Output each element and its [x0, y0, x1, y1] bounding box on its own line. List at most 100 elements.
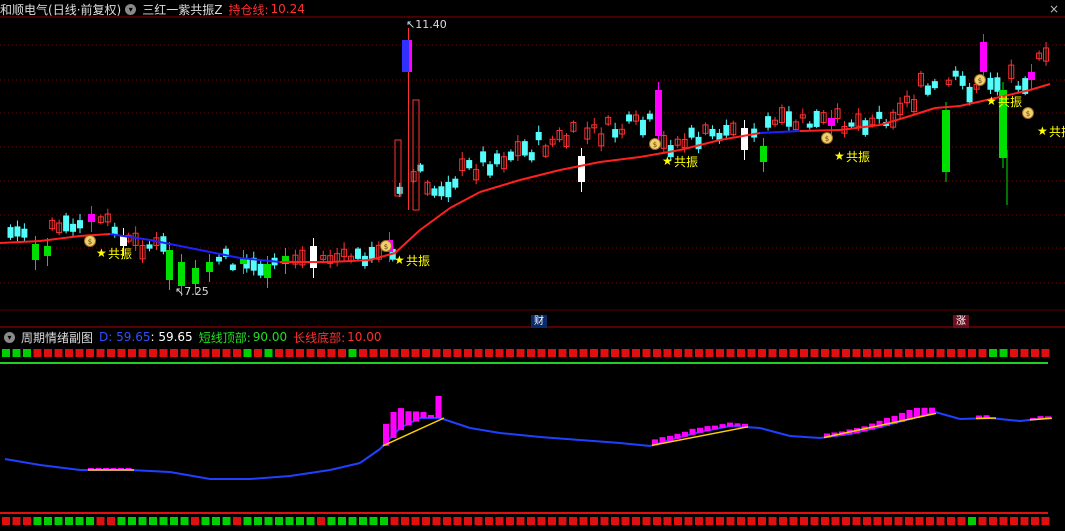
candle-body [310, 246, 317, 268]
emotion-bar [921, 407, 928, 416]
short-top-value: 90.00 [252, 330, 288, 344]
limit-up-event-tag[interactable]: 涨 [953, 315, 969, 328]
status-square-bottom [506, 517, 514, 525]
status-square-top [243, 349, 252, 357]
candle-body [612, 129, 619, 138]
status-square-bottom [674, 517, 682, 525]
status-square-top [422, 349, 430, 357]
high-price: 11.40 [415, 18, 447, 31]
long-bottom-label: 长线底部: [293, 330, 346, 345]
emotion-bar [398, 408, 404, 431]
status-square-top [989, 349, 997, 357]
candle-body [994, 77, 1001, 92]
candle-body [655, 90, 662, 136]
status-square-bottom [117, 517, 126, 525]
status-square-bottom [695, 517, 703, 525]
status-square-top [705, 349, 714, 357]
status-square-bottom [401, 517, 409, 525]
status-square-bottom [201, 517, 210, 525]
status-square-bottom [516, 517, 525, 525]
emotion-curve [329, 462, 361, 471]
candle-body [431, 188, 438, 196]
candle-body [646, 113, 653, 120]
chart-canvas[interactable]: $$$$$$★共振★共振★共振★共振★共振★共振 [0, 0, 1065, 531]
money-bag-symbol: $ [384, 243, 388, 251]
status-square-bottom [159, 517, 168, 525]
d-value: : 59.65 [150, 330, 193, 344]
status-square-bottom [905, 517, 913, 525]
candle-body [876, 111, 883, 119]
high-price-marker: ↖11.40 [406, 18, 447, 31]
main-chart-header: 和顺电气 (日线·前复权) ▾ 三红一紫共振Z 持仓线: 10.24 [0, 0, 311, 18]
candle-body [44, 246, 51, 256]
status-square-top [170, 349, 178, 357]
emotion-curve [439, 417, 471, 429]
status-square-top [359, 349, 367, 357]
candle-body [723, 125, 730, 136]
hold-line-segment [39, 235, 81, 242]
candle-body [507, 151, 514, 161]
status-square-top [86, 349, 94, 357]
candle-body [688, 127, 695, 138]
status-square-top [474, 349, 483, 357]
emotion-bar [413, 411, 419, 422]
candle-body [438, 186, 445, 197]
emotion-bar [383, 423, 389, 446]
hold-line-segment [419, 207, 451, 231]
emotion-curve [289, 469, 331, 477]
finance-event-tag[interactable]: 财 [531, 315, 547, 328]
status-square-bottom [254, 517, 262, 525]
money-bag-symbol: $ [1026, 110, 1030, 118]
candle-body [120, 236, 127, 246]
hold-line-segment [149, 239, 201, 251]
candle-body [639, 119, 646, 136]
status-square-bottom [128, 517, 136, 525]
emotion-bar [704, 426, 711, 432]
status-square-bottom [86, 517, 94, 525]
status-square-top [779, 349, 787, 357]
emotion-curve [169, 471, 211, 480]
star-icon: ★ [96, 246, 107, 260]
status-square-bottom [453, 517, 462, 525]
status-square-bottom [170, 517, 178, 525]
candle-body [987, 77, 994, 90]
status-square-top [348, 349, 357, 357]
status-square-top [275, 349, 283, 357]
candle-body [924, 85, 931, 95]
status-square-top [653, 349, 661, 357]
status-square-top [747, 349, 756, 357]
period-info: (日线·前复权) [48, 2, 122, 17]
status-square-bottom [243, 517, 252, 525]
chevron-down-icon[interactable]: ▾ [125, 3, 137, 15]
status-square-bottom [579, 517, 588, 525]
status-square-top [684, 349, 693, 357]
candle-body [952, 70, 959, 77]
status-square-bottom [138, 517, 147, 525]
status-square-top [1020, 349, 1029, 357]
candle-body [806, 123, 813, 128]
status-square-bottom [527, 517, 535, 525]
emotion-bar [428, 415, 434, 418]
status-square-top [159, 349, 168, 357]
candle-body [535, 131, 542, 141]
status-square-bottom [600, 517, 609, 525]
status-square-bottom [2, 517, 10, 525]
chevron-down-icon[interactable]: ▾ [4, 331, 15, 343]
emotion-curve [4, 458, 41, 466]
status-square-top [306, 349, 315, 357]
status-square-bottom [411, 517, 420, 525]
status-square-top [75, 349, 84, 357]
hold-line-segment [519, 169, 561, 181]
status-square-top [978, 349, 987, 357]
status-square-top [611, 349, 619, 357]
star-icon: ★ [662, 154, 673, 168]
status-square-top [590, 349, 598, 357]
status-square-bottom [558, 517, 567, 525]
candle-body [264, 264, 271, 278]
candle-body [368, 246, 375, 259]
candle-body [709, 128, 716, 137]
status-square-bottom [569, 517, 577, 525]
status-square-bottom [926, 517, 934, 525]
close-icon[interactable]: × [1049, 2, 1059, 16]
candle-body [980, 42, 987, 72]
